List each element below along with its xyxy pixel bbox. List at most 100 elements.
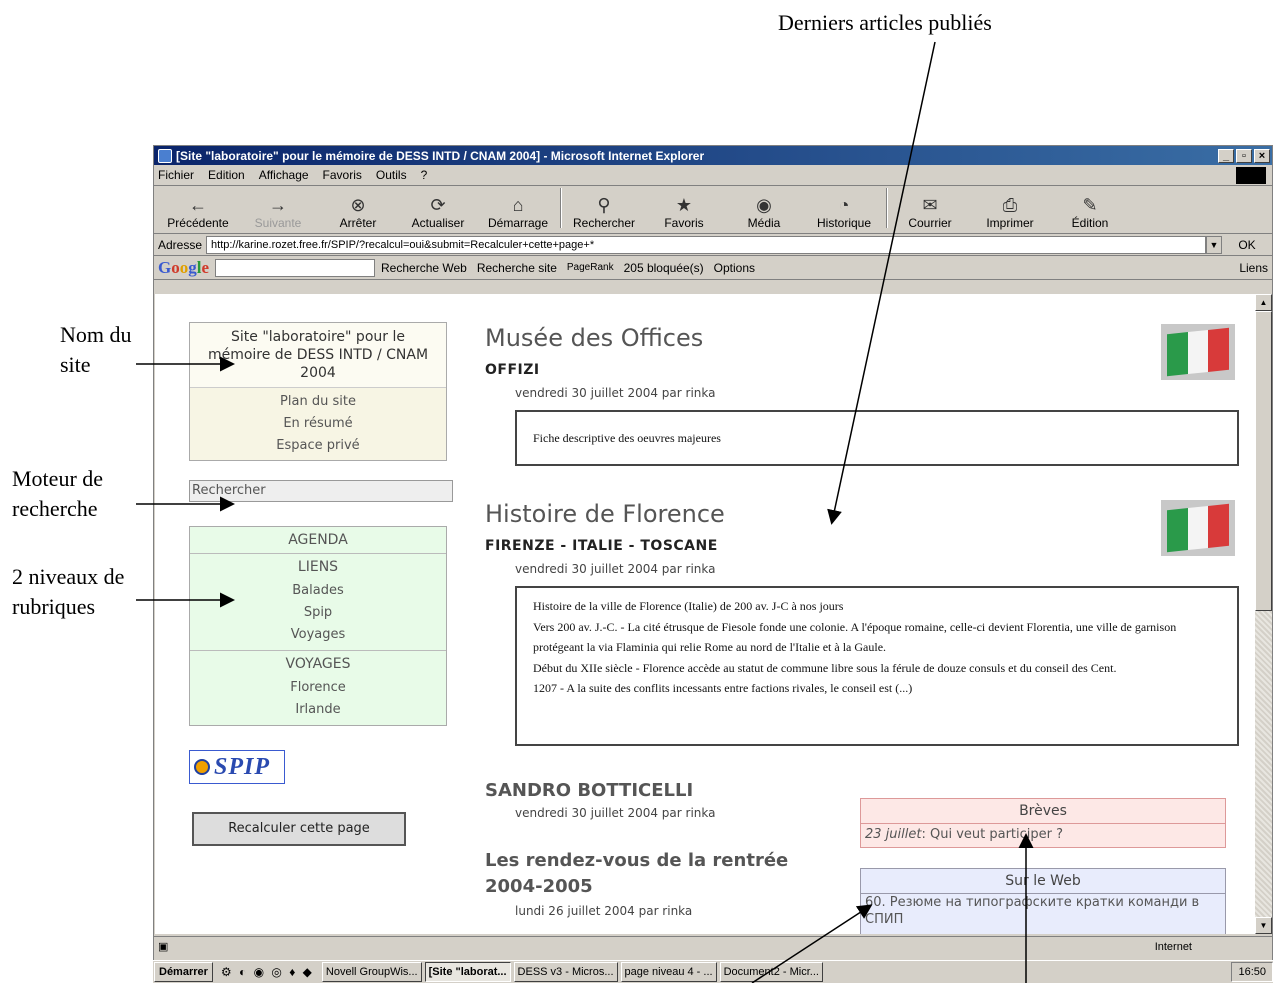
article-date: vendredi 30 juillet 2004 par rinka — [515, 562, 716, 576]
internet-zone: Internet — [1154, 940, 1192, 953]
pagerank-indicator[interactable]: PageRank — [567, 262, 614, 273]
nav-espace-prive[interactable]: Espace privé — [190, 435, 446, 457]
annotation-sections: 2 niveaux de rubriques — [12, 562, 124, 622]
restore-button[interactable]: ▫ — [1236, 148, 1252, 163]
search-icon: ⚲ — [597, 195, 611, 215]
article-title[interactable]: Musée des Offices — [485, 324, 703, 352]
menu-edition[interactable]: Edition — [208, 168, 245, 182]
rubrique-liens[interactable]: LIENS — [190, 553, 446, 580]
task-groupwise[interactable]: Novell GroupWis... — [321, 962, 422, 982]
annotation-line: Nom du — [60, 322, 132, 347]
article-subtitle: OFFIZI — [485, 362, 540, 378]
web-item[interactable]: 60. Резюме на типографските кратки коман… — [861, 894, 1225, 928]
address-dropdown-icon[interactable]: ▼ — [1206, 235, 1222, 254]
menu-outils[interactable]: Outils — [376, 168, 407, 182]
back-button[interactable]: ← Précédente — [158, 194, 238, 230]
scroll-up-icon[interactable]: ▲ — [1255, 294, 1272, 311]
recalculate-button[interactable]: Recalculer cette page — [192, 812, 406, 846]
rubrique-voyages[interactable]: VOYAGES — [190, 650, 446, 677]
sous-rubrique-florence[interactable]: Florence — [190, 677, 446, 699]
media-button[interactable]: ◉ Média — [724, 194, 804, 230]
article-title[interactable]: Histoire de Florence — [485, 500, 725, 528]
window-title: [Site "laboratoire" pour le mémoire de D… — [176, 148, 705, 163]
article-title[interactable]: SANDRO BOTTICELLI — [485, 778, 693, 804]
scroll-down-icon[interactable]: ▼ — [1255, 917, 1272, 934]
home-icon: ⌂ — [512, 195, 524, 215]
history-button[interactable]: ◔ Historique — [804, 194, 884, 230]
go-button[interactable]: OK — [1222, 238, 1272, 252]
menu-fichier[interactable]: Fichier — [158, 168, 194, 182]
menu-favoris[interactable]: Favoris — [323, 168, 362, 182]
article-summary-box: Histoire de la ville de Florence (Italie… — [515, 586, 1239, 746]
menu-help[interactable]: ? — [421, 168, 428, 182]
search-button[interactable]: ⚲ Rechercher — [564, 194, 644, 230]
annotation-line: rubriques — [12, 594, 96, 619]
web-title: Sur le Web — [861, 869, 1225, 894]
close-button[interactable]: × — [1254, 148, 1270, 163]
stop-button[interactable]: ⊗ Arrêter — [318, 194, 398, 230]
article-subtitle: FIRENZE - ITALIE - TOSCANE — [485, 538, 718, 554]
favorites-icon: ★ — [675, 195, 693, 215]
edit-button[interactable]: ✎ Édition — [1050, 194, 1130, 230]
clock: 16:50 — [1238, 966, 1266, 978]
rubrique-agenda[interactable]: AGENDA — [190, 527, 446, 553]
mail-icon: ✉ — [922, 195, 938, 215]
refresh-button[interactable]: ⟳ Actualiser — [398, 194, 478, 230]
site-nav-box: Site "laboratoire" pour le mémoire de DE… — [189, 322, 447, 461]
site-name[interactable]: Site "laboratoire" pour le mémoire de DE… — [190, 323, 446, 388]
site-search-input[interactable]: Rechercher — [189, 480, 453, 502]
history-icon: ◔ — [838, 195, 850, 215]
nav-en-resume[interactable]: En résumé — [190, 413, 446, 435]
title-bar: [Site "laboratoire" pour le mémoire de D… — [154, 146, 1272, 165]
search-site-button[interactable]: Recherche site — [477, 261, 557, 275]
spip-logo[interactable]: SPIP — [189, 750, 285, 784]
address-input[interactable]: http://karine.rozet.free.fr/SPIP/?recalc… — [206, 235, 1206, 254]
search-web-button[interactable]: Recherche Web — [381, 261, 467, 275]
popup-blocker-button[interactable]: 205 bloquée(s) — [624, 261, 704, 275]
spip-logo-text: SPIP — [214, 753, 271, 780]
forward-button[interactable]: → Suivante — [238, 194, 318, 230]
toolbar: ← Précédente → Suivante ⊗ Arrêter ⟳ Actualis… — [154, 186, 1272, 234]
sous-rubrique-voyages[interactable]: Voyages — [190, 624, 446, 646]
sous-rubrique-balades[interactable]: Balades — [190, 580, 446, 602]
button-label: Édition — [1071, 216, 1109, 230]
task-ie[interactable]: [Site "laborat... — [424, 962, 511, 982]
google-toolbar: Google Recherche Web Recherche site Page… — [154, 256, 1272, 280]
vertical-scrollbar[interactable]: ▲ ▼ — [1255, 294, 1272, 934]
home-button[interactable]: ⌂ Démarrage — [478, 194, 558, 230]
nav-plan-du-site[interactable]: Plan du site — [190, 391, 446, 413]
button-label: Suivante — [254, 216, 302, 230]
article-summary: Fiche descriptive des oeuvres majeures — [533, 431, 721, 445]
breve-text: : Qui veut participer ? — [921, 827, 1064, 842]
button-label: Imprimer — [986, 216, 1034, 230]
scroll-thumb[interactable] — [1255, 311, 1272, 611]
start-button[interactable]: Démarrer — [154, 962, 213, 982]
menu-bar: Fichier Edition Affichage Favoris Outils… — [154, 165, 1272, 186]
article-date: lundi 26 juillet 2004 par rinka — [515, 904, 693, 918]
quick-launch-icons[interactable]: ⚙ ◐ ◉ ◎ ♦ ◆ — [221, 965, 314, 979]
breve-item[interactable]: 23 juillet: Qui veut participer ? — [861, 824, 1225, 846]
menu-affichage[interactable]: Affichage — [259, 168, 309, 182]
article-title[interactable]: Les rendez-vous de la rentrée 2004-2005 — [485, 848, 805, 900]
minimize-button[interactable]: _ — [1218, 148, 1234, 163]
task-document2[interactable]: Document2 - Micr... — [719, 962, 823, 982]
sous-rubrique-spip[interactable]: Spip — [190, 602, 446, 624]
print-icon: ⎙ — [1002, 195, 1018, 215]
links-button[interactable]: Liens — [1239, 261, 1268, 275]
google-search-input[interactable] — [215, 258, 376, 277]
windows-logo-icon — [1236, 167, 1266, 184]
print-button[interactable]: ⎙ Imprimer — [970, 194, 1050, 230]
task-dess[interactable]: DESS v3 - Micros... — [513, 962, 618, 982]
sous-rubrique-irlande[interactable]: Irlande — [190, 699, 446, 721]
favorites-button[interactable]: ★ Favoris — [644, 194, 724, 230]
button-label: Historique — [816, 216, 872, 230]
address-bar: Adresse http://karine.rozet.free.fr/SPIP… — [154, 234, 1272, 256]
stop-icon: ⊗ — [350, 195, 366, 215]
task-page-niveau[interactable]: page niveau 4 - ... — [620, 962, 717, 982]
options-button[interactable]: Options — [714, 261, 755, 275]
mail-button[interactable]: ✉ Courrier — [890, 194, 970, 230]
article-paragraph: Histoire de la ville de Florence (Italie… — [533, 599, 844, 613]
forward-icon: → — [269, 195, 287, 215]
button-label: Rechercher — [572, 216, 636, 230]
google-logo[interactable]: Google — [158, 258, 209, 278]
